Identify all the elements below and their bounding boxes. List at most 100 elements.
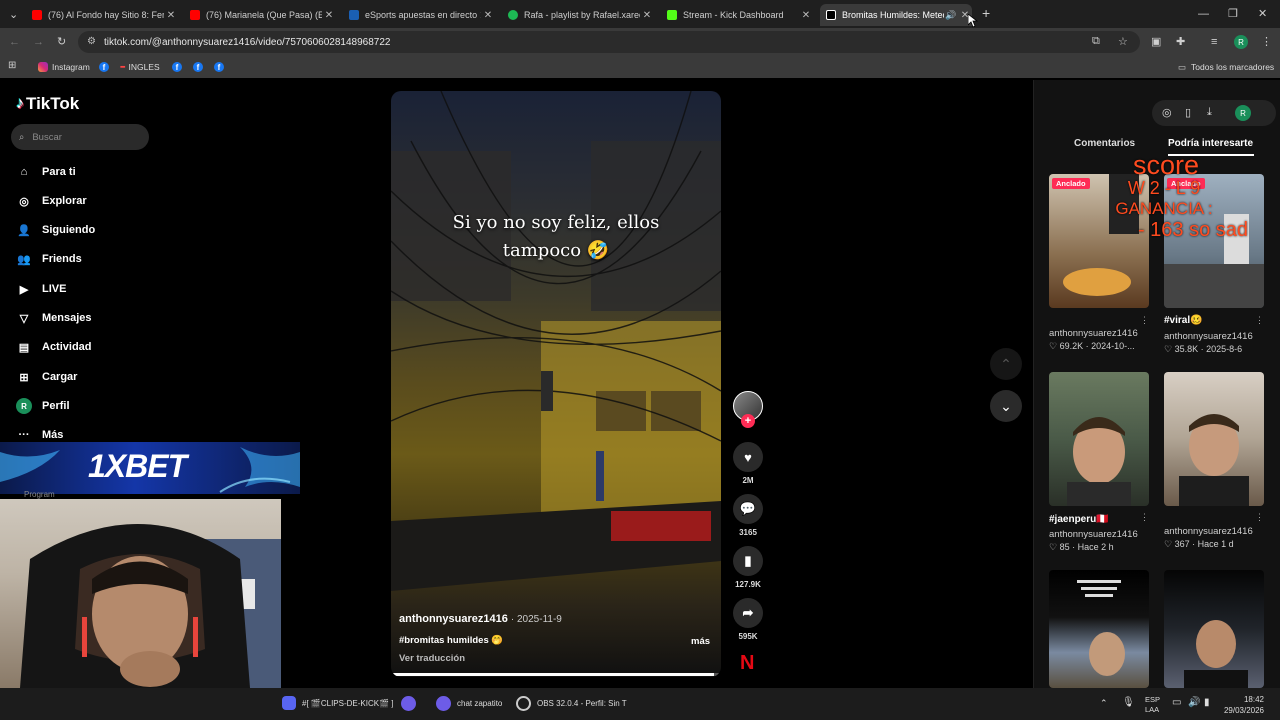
maximize-icon[interactable]: ❐ — [1228, 8, 1238, 20]
thumb-author[interactable]: anthonnysuarez1416 — [1049, 328, 1138, 339]
search-input[interactable]: ⌕ Buscar — [11, 124, 149, 150]
nav-cargar[interactable]: ⊞ Cargar — [16, 369, 77, 385]
more-options-icon[interactable]: ⋮ — [1140, 512, 1149, 523]
device-icon[interactable]: ▯ — [1185, 106, 1191, 119]
close-icon[interactable]: ✕ — [481, 10, 495, 21]
share-action[interactable]: ➦ 595K — [733, 598, 763, 641]
taskbar-item-discord[interactable]: #[ 🎬CLIPS-DE-KICK🎬 ] — [282, 696, 394, 710]
tab-comentarios[interactable]: Comentarios — [1074, 138, 1135, 149]
network-icon[interactable]: ▭ — [1172, 697, 1181, 708]
close-icon[interactable]: ✕ — [799, 10, 813, 21]
browser-tab-3[interactable]: Rafa - playlist by Rafael.xared | ✕ — [502, 4, 654, 26]
bookmarks-bar: ⊞ Instagram f ▪▪▪ INGLES f f f ▭ Todos l… — [0, 56, 1280, 78]
browser-tab-2[interactable]: eSports apuestas en directo ➤ ✕ — [343, 4, 495, 26]
new-tab-button[interactable]: + — [982, 6, 990, 20]
follow-plus-icon[interactable]: + — [741, 414, 755, 428]
heart-icon: ♥ — [733, 442, 763, 472]
taskbar-item-obs[interactable]: OBS 32.0.4 - Perfil: Sin T — [516, 696, 627, 711]
bookmark-instagram[interactable]: Instagram — [38, 61, 90, 73]
nav-live[interactable]: ▶ LIVE — [16, 281, 67, 297]
forward-icon[interactable]: → — [33, 36, 44, 48]
apps-grid-icon[interactable]: ⊞ — [8, 60, 16, 72]
comment-action[interactable]: 💬 3165 — [733, 494, 763, 537]
translate-button[interactable]: Ver traducción — [399, 653, 465, 664]
reading-list-icon[interactable]: ≡ — [1211, 36, 1217, 48]
previous-video-button[interactable]: ⌃ — [990, 348, 1022, 380]
thumb-author[interactable]: anthonnysuarez1416 — [1164, 331, 1253, 342]
thumb-likes: 367 — [1174, 539, 1190, 549]
volume-icon[interactable]: 🔊 — [1188, 697, 1200, 708]
tab-search-icon[interactable]: ⌄ — [9, 9, 18, 21]
video-hashtag[interactable]: #bromitas humildes 🤭 — [399, 635, 503, 646]
url-bar[interactable]: ⚙ tiktok.com/@anthonnysuarez1416/video/7… — [78, 31, 1140, 53]
facebook-icon[interactable]: f — [172, 62, 182, 72]
nav-para-ti[interactable]: ⌂ Para ti — [16, 164, 76, 180]
close-icon[interactable]: ✕ — [322, 10, 336, 21]
profile-avatar[interactable]: R — [1235, 105, 1251, 121]
thumb-author[interactable]: anthonnysuarez1416 — [1164, 526, 1253, 537]
app-icon[interactable] — [401, 696, 416, 711]
site-info-icon[interactable]: ⚙ — [87, 36, 96, 47]
menu-dots-icon[interactable]: ⋮ — [1261, 36, 1272, 48]
obs-icon — [516, 696, 531, 711]
tiktok-logo[interactable]: ♪ TikTok — [16, 94, 79, 114]
video-progress-bar[interactable] — [391, 673, 721, 676]
window-close-icon[interactable]: ✕ — [1258, 8, 1267, 20]
nav-mas[interactable]: ··· Más — [16, 427, 64, 443]
taskbar-item-chat[interactable]: chat zapatito — [436, 696, 502, 711]
suggested-thumb-2[interactable] — [1049, 372, 1149, 506]
clock[interactable]: 18:42 29/03/2026 — [1222, 694, 1264, 716]
download-icon[interactable]: ⤓ — [1207, 106, 1212, 119]
nav-friends[interactable]: 👥 Friends — [16, 251, 82, 267]
netflix-icon[interactable]: N — [740, 652, 754, 675]
more-button[interactable]: más — [691, 636, 710, 647]
microphone-icon[interactable]: 🎙 — [1122, 697, 1135, 708]
bookmark-ingles[interactable]: ▪▪▪ INGLES — [120, 61, 160, 73]
install-icon[interactable]: ⧉ — [1092, 35, 1100, 48]
nav-perfil[interactable]: R Perfil — [16, 398, 70, 414]
browser-tab-4[interactable]: Stream - Kick Dashboard ✕ — [661, 4, 813, 26]
like-action[interactable]: ♥ 2M — [733, 442, 763, 485]
next-video-button[interactable]: ⌄ — [990, 390, 1022, 422]
thumb-author[interactable]: anthonnysuarez1416 — [1049, 529, 1138, 540]
folder-icon: ▭ — [1178, 61, 1187, 72]
mouse-cursor-icon — [968, 14, 978, 28]
close-icon[interactable]: ✕ — [640, 10, 654, 21]
save-action[interactable]: ▮ 127.9K — [733, 546, 763, 589]
battery-icon[interactable]: ▮ — [1204, 697, 1210, 708]
facebook-icon[interactable]: f — [193, 62, 203, 72]
bookmark-star-icon[interactable]: ☆ — [1118, 35, 1128, 48]
nav-mensajes[interactable]: ▽ Mensajes — [16, 310, 92, 326]
suggested-thumb-3[interactable] — [1164, 372, 1264, 506]
video-player[interactable]: Si yo no soy feliz, ellos tampoco 🤣 anth… — [391, 91, 721, 677]
nav-actividad[interactable]: ▤ Actividad — [16, 339, 92, 355]
tab-podria-interesarte[interactable]: Podría interesarte — [1168, 138, 1253, 149]
language-indicator[interactable]: ESP LAA — [1145, 695, 1160, 715]
facebook-icon[interactable]: f — [214, 62, 224, 72]
nav-siguiendo[interactable]: 👤 Siguiendo — [16, 222, 95, 238]
close-icon[interactable]: ✕ — [164, 10, 178, 21]
browser-tab-0[interactable]: (76) Al Fondo hay Sitio 8: Ferna ✕ — [26, 4, 178, 26]
facebook-icon[interactable]: f — [99, 62, 109, 72]
video-author[interactable]: anthonnysuarez1416 — [399, 613, 508, 625]
tray-chevron-icon[interactable]: ⌃ — [1100, 698, 1108, 709]
extensions-icon[interactable]: ✚ — [1176, 36, 1185, 48]
suggested-thumb-5[interactable] — [1164, 570, 1264, 688]
suggested-thumb-4[interactable] — [1049, 570, 1149, 688]
following-icon: 👤 — [17, 224, 31, 237]
more-options-icon[interactable]: ⋮ — [1255, 315, 1264, 326]
minimize-icon[interactable]: — — [1198, 8, 1209, 20]
more-options-icon[interactable]: ⋮ — [1140, 315, 1149, 326]
nav-explorar[interactable]: ◎ Explorar — [16, 193, 86, 209]
all-bookmarks[interactable]: ▭ Todos los marcadores — [1178, 61, 1274, 73]
speaker-icon[interactable]: 🔊 — [944, 10, 958, 21]
browser-tab-1[interactable]: (76) Marianela (Que Pasa) (Exte ✕ — [184, 4, 336, 26]
url-text: tiktok.com/@anthonnysuarez1416/video/757… — [104, 36, 391, 48]
profile-avatar[interactable]: R — [1234, 35, 1248, 49]
reload-icon[interactable]: ↻ — [57, 36, 66, 48]
back-icon[interactable]: ← — [9, 36, 20, 48]
browser-tab-5-active[interactable]: Bromitas Humildes: Meteo 🔊 ✕ — [820, 4, 972, 26]
compass-icon[interactable]: ◎ — [1162, 106, 1172, 119]
more-options-icon[interactable]: ⋮ — [1255, 512, 1264, 523]
media-icon[interactable]: ▣ — [1151, 36, 1161, 48]
